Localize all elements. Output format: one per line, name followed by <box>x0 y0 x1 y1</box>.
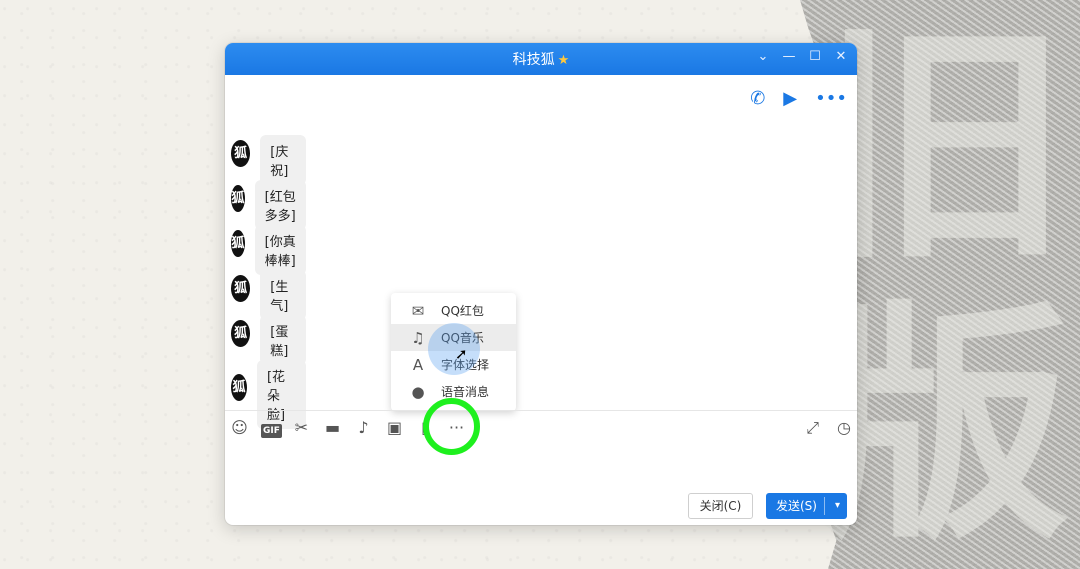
input-divider <box>225 410 857 411</box>
avatar[interactable]: 狐 <box>231 274 251 302</box>
minimize-icon[interactable]: — <box>781 49 797 64</box>
menu-item-qq-red-envelope[interactable]: ✉ QQ红包 <box>391 297 516 324</box>
gif-button[interactable]: GIF <box>261 418 282 438</box>
highlight-ring <box>423 398 480 455</box>
avatar[interactable]: 狐 <box>231 184 245 212</box>
video-icon[interactable]: ▶ <box>783 88 797 109</box>
background-char-version: 版 <box>820 278 1070 569</box>
close-icon[interactable]: ✕ <box>833 49 849 64</box>
input-toolbar-right: ⤢ ◷ <box>806 418 851 438</box>
emoji-icon[interactable]: ☺ <box>230 418 249 437</box>
music-icon: ♫ <box>411 328 425 347</box>
avatar[interactable]: 狐 <box>231 139 251 167</box>
maximize-icon[interactable]: ☐ <box>807 49 823 64</box>
music-note-icon[interactable]: ♪ <box>354 418 373 437</box>
image-icon[interactable]: ▣ <box>385 418 404 437</box>
font-icon: A <box>412 355 424 374</box>
microphone-icon: ● <box>411 382 425 401</box>
menu-item-label: QQ音乐 <box>441 331 484 345</box>
avatar[interactable]: 狐 <box>231 229 245 257</box>
expand-icon[interactable]: ⤢ <box>806 418 819 438</box>
more-icon[interactable]: ••• <box>815 88 847 109</box>
contact-name: 科技狐 <box>512 52 555 68</box>
send-button[interactable]: 发送(S) ▾ <box>766 493 847 519</box>
scissors-icon[interactable]: ✂ <box>292 418 311 437</box>
menu-item-label: QQ红包 <box>441 304 484 318</box>
menu-item-font-select[interactable]: A 字体选择 <box>391 351 516 378</box>
send-button-label: 发送(S) <box>776 499 817 513</box>
folder-icon[interactable]: ▬ <box>323 418 342 437</box>
history-icon[interactable]: ◷ <box>837 418 851 438</box>
chat-window: 科技狐 ★ ⌄ — ☐ ✕ ✆ ▶ ••• 狐 [庆祝] 狐 [红包多多] 狐 [… <box>225 43 857 525</box>
avatar[interactable]: 狐 <box>231 374 247 401</box>
gif-icon: GIF <box>261 424 282 438</box>
send-button-divider <box>824 497 825 515</box>
background-char-old: 旧 <box>820 0 1070 292</box>
star-icon: ★ <box>557 53 570 68</box>
chevron-down-icon[interactable]: ⌄ <box>755 49 771 64</box>
more-features-menu: ✉ QQ红包 ♫ QQ音乐 A 字体选择 ● 语音消息 <box>391 293 516 411</box>
chevron-down-icon[interactable]: ▾ <box>835 493 840 519</box>
close-button[interactable]: 关闭(C) <box>688 493 753 519</box>
menu-item-qq-music[interactable]: ♫ QQ音乐 <box>391 324 516 351</box>
red-envelope-icon: ✉ <box>411 301 425 320</box>
avatar[interactable]: 狐 <box>231 319 251 347</box>
title-bar[interactable]: 科技狐 ★ ⌄ — ☐ ✕ <box>225 43 857 75</box>
mouse-cursor-icon: ➚ <box>455 345 468 363</box>
chat-header-actions: ✆ ▶ ••• <box>750 88 847 109</box>
window-controls: ⌄ — ☐ ✕ <box>755 49 849 64</box>
message-item: 狐 [花朵脸] <box>231 346 307 429</box>
phone-icon[interactable]: ✆ <box>750 88 765 109</box>
